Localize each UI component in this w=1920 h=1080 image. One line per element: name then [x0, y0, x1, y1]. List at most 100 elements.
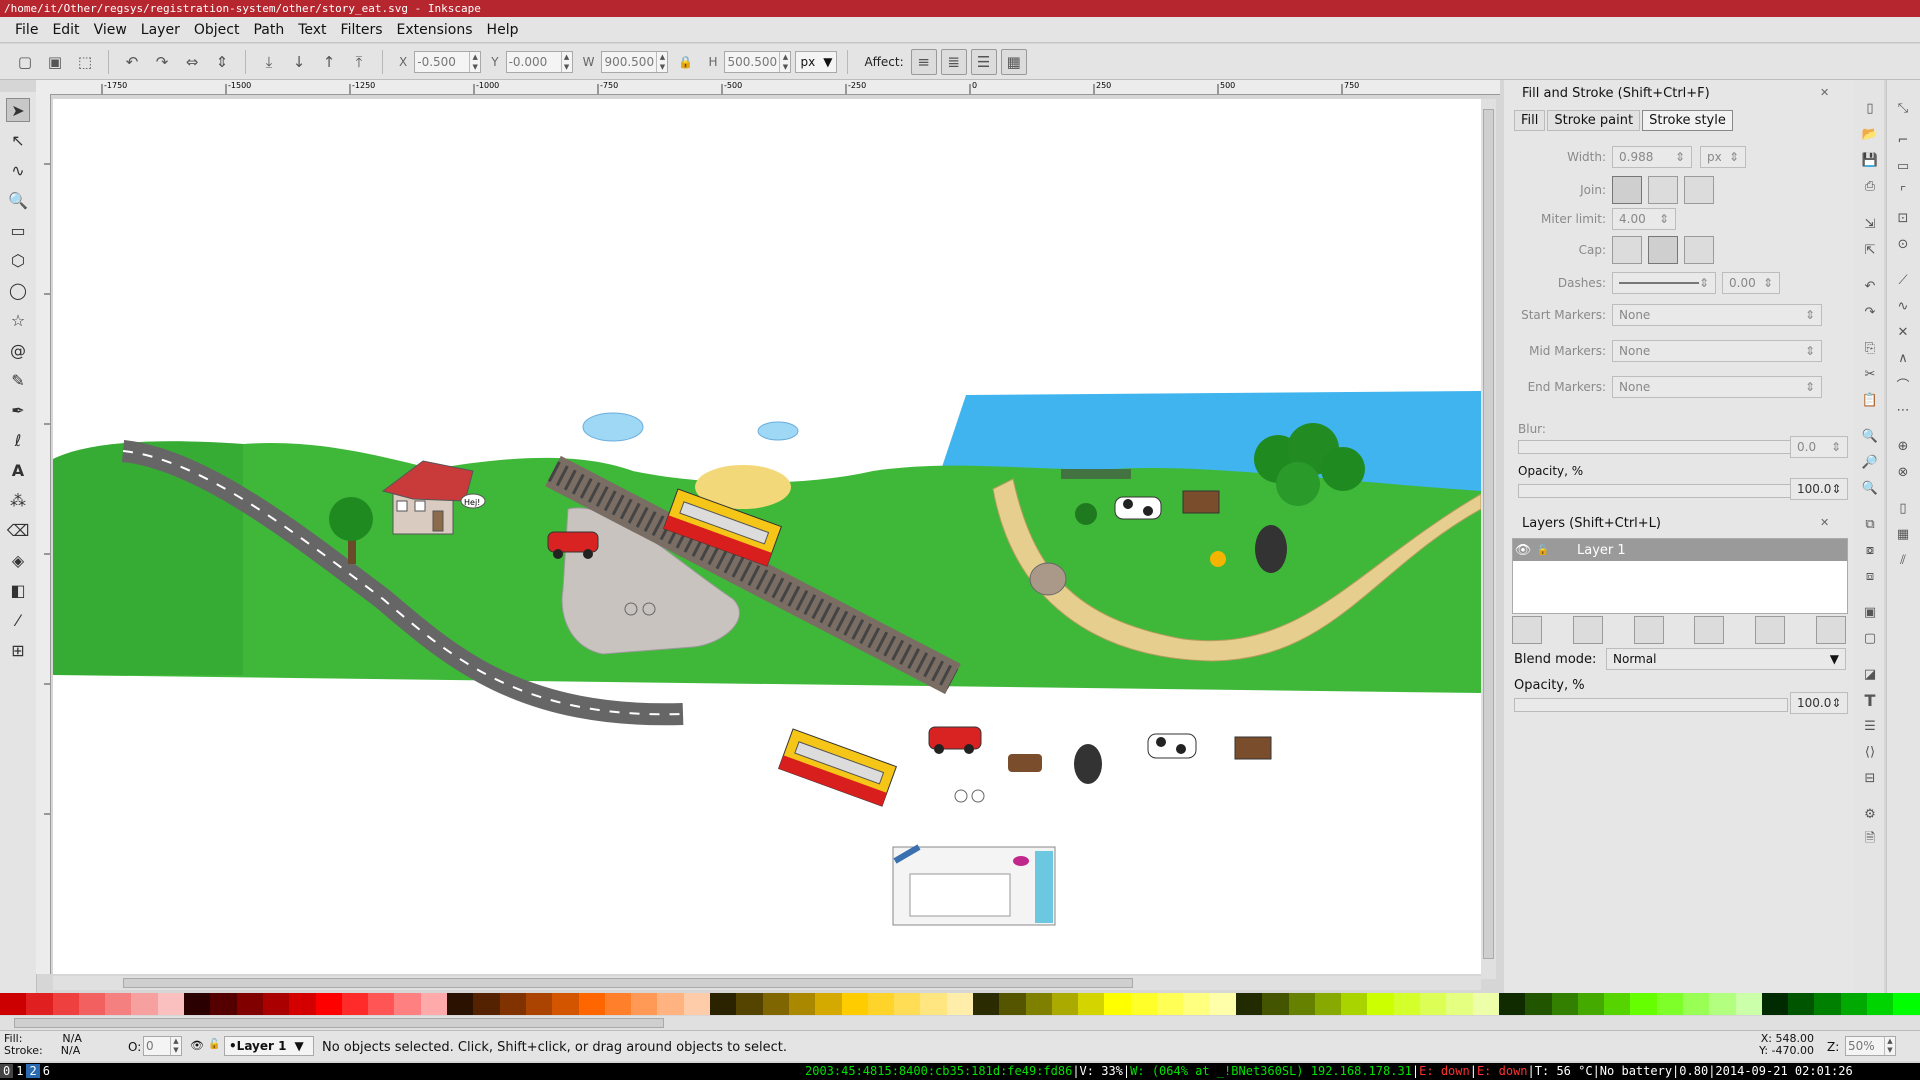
select-all-icon[interactable]: ▢: [12, 49, 38, 75]
color-swatch[interactable]: [1577, 993, 1605, 1015]
tab-stroke-paint[interactable]: Stroke paint: [1547, 110, 1641, 131]
pencil-tool-icon[interactable]: ✎: [6, 368, 30, 392]
color-swatch[interactable]: [683, 993, 711, 1015]
color-swatch[interactable]: [999, 993, 1026, 1015]
end-markers-select[interactable]: None ⇕: [1612, 376, 1822, 398]
color-swatch[interactable]: [184, 993, 211, 1015]
layer-opacity-slider[interactable]: [1514, 698, 1788, 712]
color-swatch[interactable]: [1814, 993, 1841, 1015]
menu-file[interactable]: File: [8, 22, 45, 38]
color-swatch[interactable]: [1130, 993, 1158, 1015]
color-swatch[interactable]: [1709, 993, 1736, 1015]
color-swatch[interactable]: [262, 993, 290, 1015]
snap-guides-icon[interactable]: ⫽: [1893, 550, 1913, 570]
snap-enable-icon[interactable]: ⤡: [1893, 98, 1913, 118]
menu-object[interactable]: Object: [187, 22, 247, 38]
pen-tool-icon[interactable]: ✒: [6, 398, 30, 422]
color-swatch[interactable]: [210, 993, 237, 1015]
color-swatch[interactable]: [867, 993, 895, 1015]
scroll-thumb[interactable]: [1483, 109, 1494, 959]
opacity-slider[interactable]: [1518, 484, 1792, 498]
color-swatch[interactable]: [1472, 993, 1499, 1015]
snap-smooth-icon[interactable]: ⌒: [1893, 374, 1913, 394]
w-field[interactable]: ▲▼: [601, 50, 669, 73]
snap-rotation-center-icon[interactable]: ⊗: [1893, 462, 1913, 482]
dash-offset-field[interactable]: 0.00 ⇕: [1722, 272, 1780, 294]
spray-tool-icon[interactable]: ⁂: [6, 488, 30, 512]
snap-bbox-center-icon[interactable]: ⊙: [1893, 234, 1913, 254]
color-swatch[interactable]: [525, 993, 553, 1015]
color-swatch[interactable]: [315, 993, 342, 1015]
calligraphy-tool-icon[interactable]: ℓ: [6, 428, 30, 452]
color-swatch[interactable]: [815, 993, 842, 1015]
color-swatch[interactable]: [1498, 993, 1526, 1015]
width-field[interactable]: 0.988 ⇕: [1612, 146, 1692, 168]
miter-join-button[interactable]: [1612, 176, 1642, 204]
y-field[interactable]: ▲▼: [505, 50, 573, 73]
lock-icon[interactable]: 🔒: [672, 49, 698, 75]
clone-icon[interactable]: ⧇: [1860, 540, 1880, 560]
color-swatch[interactable]: [394, 993, 421, 1015]
color-palette[interactable]: [0, 993, 1920, 1015]
bevel-join-button[interactable]: [1684, 176, 1714, 204]
spin-arrows-icon[interactable]: ▲ ▼: [560, 51, 572, 72]
start-markers-select[interactable]: None ⇕: [1612, 304, 1822, 326]
zoom-field[interactable]: ▲▼: [1845, 1036, 1896, 1056]
color-swatch[interactable]: [1235, 993, 1263, 1015]
color-swatch[interactable]: [1209, 993, 1236, 1015]
snap-bbox-corner-icon[interactable]: ⌜: [1893, 182, 1913, 202]
color-swatch[interactable]: [420, 993, 448, 1015]
color-swatch[interactable]: [1446, 993, 1473, 1015]
color-swatch[interactable]: [1341, 993, 1368, 1015]
lower-icon[interactable]: ↓: [286, 49, 312, 75]
color-swatch[interactable]: [972, 993, 1000, 1015]
color-swatch[interactable]: [1025, 993, 1052, 1015]
ellipse-tool-icon[interactable]: ◯: [6, 278, 30, 302]
color-swatch[interactable]: [1525, 993, 1552, 1015]
spin-arrows-icon[interactable]: ▲ ▼: [469, 51, 480, 72]
y-input[interactable]: [506, 54, 561, 69]
blur-slider[interactable]: [1518, 440, 1792, 454]
menu-help[interactable]: Help: [480, 22, 526, 38]
spiral-tool-icon[interactable]: @: [6, 338, 30, 362]
color-swatch[interactable]: [1262, 993, 1289, 1015]
tab-fill[interactable]: Fill: [1514, 110, 1546, 131]
blur-field[interactable]: 0.0 ⇕: [1790, 436, 1848, 458]
workspace-6[interactable]: 6: [40, 1064, 53, 1078]
color-swatch[interactable]: [1656, 993, 1683, 1015]
group-icon[interactable]: ▣: [1860, 602, 1880, 622]
3d-box-tool-icon[interactable]: ⬡: [6, 248, 30, 272]
butt-cap-button[interactable]: [1612, 236, 1642, 264]
connector-tool-icon[interactable]: ⊞: [6, 638, 30, 662]
color-swatch[interactable]: [1051, 993, 1079, 1015]
star-tool-icon[interactable]: ☆: [6, 308, 30, 332]
text-font-icon[interactable]: T: [1860, 690, 1880, 710]
flip-vertical-icon[interactable]: ⇕: [209, 49, 235, 75]
color-swatch[interactable]: [499, 993, 526, 1015]
menu-filters[interactable]: Filters: [334, 22, 390, 38]
scroll-thumb[interactable]: [14, 1018, 664, 1028]
color-swatch[interactable]: [946, 993, 973, 1015]
layers-icon[interactable]: ☰: [1860, 716, 1880, 736]
visibility-eye-icon[interactable]: 👁: [190, 1039, 204, 1052]
open-icon[interactable]: 📂: [1860, 124, 1880, 144]
paste-icon[interactable]: 📋: [1860, 390, 1880, 410]
h-input[interactable]: [725, 54, 780, 69]
color-swatch[interactable]: [762, 993, 789, 1015]
color-swatch[interactable]: [1840, 993, 1868, 1015]
copy-icon[interactable]: ⎘: [1860, 338, 1880, 358]
color-swatch[interactable]: [1157, 993, 1184, 1015]
color-swatch[interactable]: [236, 993, 263, 1015]
color-swatch[interactable]: [631, 993, 658, 1015]
palette-scrollbar[interactable]: [0, 1016, 1920, 1030]
color-swatch[interactable]: [1761, 993, 1789, 1015]
color-swatch[interactable]: [1735, 993, 1762, 1015]
x-field[interactable]: ▲▼: [414, 50, 482, 73]
spin-arrows-icon[interactable]: ▲ ▼: [656, 51, 667, 72]
opacity-o-input[interactable]: [144, 1039, 170, 1053]
scale-stroke-icon[interactable]: ≡: [910, 48, 937, 75]
selector-tool-icon[interactable]: ➤: [6, 98, 30, 122]
color-swatch[interactable]: [1393, 993, 1421, 1015]
scroll-thumb[interactable]: [123, 978, 1133, 988]
add-layer-button[interactable]: [1512, 616, 1542, 644]
